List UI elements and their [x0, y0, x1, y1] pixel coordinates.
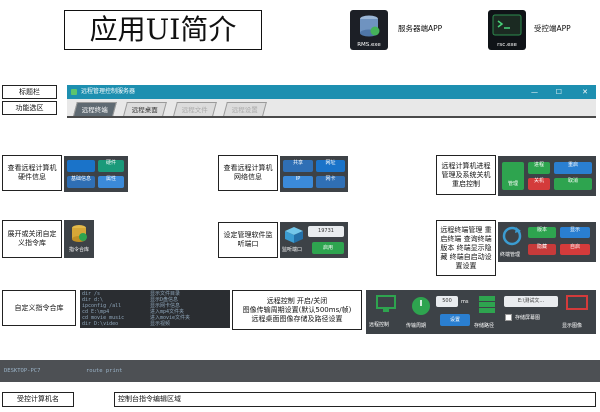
- label-tabbar: 功能选区: [2, 101, 57, 115]
- app-logo-icon: [71, 89, 77, 95]
- ip-button[interactable]: IP: [283, 176, 313, 188]
- ms-unit: ms: [461, 299, 469, 305]
- terminal-icon: [492, 14, 522, 36]
- client-app-label: 受控端APP: [534, 24, 571, 33]
- port-tile: 19731 监听端口 启用: [280, 222, 348, 258]
- hide-button[interactable]: 隐藏: [528, 244, 556, 255]
- properties-button[interactable]: 属性: [98, 176, 124, 188]
- app-file-name: rsc.exe: [497, 42, 517, 48]
- terminal-tile: 终端管理 版本 显示 隐藏 自启: [498, 222, 596, 262]
- cpu-icon[interactable]: [67, 160, 95, 172]
- window-title: 远程管理控制服务器: [81, 88, 136, 95]
- callout-port: 设定管理软件监听端口: [218, 222, 278, 258]
- tab-files[interactable]: 远程文件: [173, 102, 217, 116]
- restart-button[interactable]: 重启: [554, 162, 592, 174]
- callout-terminal: 远程终端管理 重启终端 查询终端版本 终端显示隐藏 终端自启动设置设置: [436, 220, 496, 276]
- label-titlebar: 标题栏: [2, 85, 57, 99]
- cube-icon: [285, 227, 303, 243]
- label-machine-name: 受控计算机名: [2, 392, 74, 407]
- path-input[interactable]: E:\测试文...: [504, 296, 558, 307]
- desktop-tile: 远程控制 传输周期 500 ms 设置 存储路径 E:\测试文... 存储屏幕图…: [366, 290, 596, 334]
- enable-button[interactable]: 启用: [312, 242, 344, 254]
- autostart-button[interactable]: 自启: [560, 244, 590, 255]
- port-input[interactable]: 19731: [308, 226, 344, 237]
- callout-desktop: 远程控制 开启/关闭 图像传输周期设置(默认500ms/帧) 远程桌面图像存储及…: [232, 290, 362, 330]
- refresh-icon: [502, 226, 522, 246]
- url-button[interactable]: 网址: [316, 160, 345, 172]
- period-label: 传输周期: [406, 323, 427, 329]
- callout-sysctl: 远程计算机进程管理及系统关机重启控制: [436, 155, 496, 195]
- maximize-icon[interactable]: ☐: [556, 85, 562, 99]
- database-icon: [72, 225, 87, 242]
- cmd-lib-tile: 指令合库: [64, 220, 94, 258]
- remote-control-button[interactable]: 远程控制: [369, 322, 389, 328]
- shutdown-button[interactable]: 关机: [528, 178, 550, 190]
- server-app-label: 服务器端APP: [398, 24, 443, 33]
- hardware-tile: 硬件 基础信息 属性: [64, 156, 128, 192]
- cmd-desc-list: 显示文件目录 显示D盘信息 显示网卡信息 进入mp4文件夹 进入movie文件夹…: [150, 291, 191, 327]
- server-icon: [479, 296, 495, 313]
- hw-button[interactable]: 硬件: [98, 160, 124, 172]
- process-button[interactable]: 进程: [528, 162, 550, 174]
- tab-bar: 远程终端 远程桌面 远程文件 远程设置: [67, 99, 596, 118]
- tab-desktop[interactable]: 远程桌面: [123, 102, 167, 116]
- close-icon[interactable]: ✕: [582, 85, 588, 99]
- callout-toggle-cmd: 展开或关闭自定义指令库: [2, 220, 62, 258]
- period-input[interactable]: 500: [436, 296, 458, 307]
- store-screen-checkbox[interactable]: [505, 314, 512, 321]
- terminal-manage-label: 终端管理: [500, 252, 521, 258]
- port-label: 监听端口: [282, 247, 303, 253]
- callout-hardware: 查看远程计算机硬件信息: [2, 155, 62, 191]
- version-button[interactable]: 版本: [528, 227, 556, 238]
- label-console-area: 控制台指令编辑区域: [114, 392, 596, 407]
- database-icon: [360, 15, 380, 37]
- display-icon: [566, 295, 588, 310]
- page-title: 应用UI简介: [64, 10, 262, 50]
- process-tile: 管理 进程 关机 重启 取消: [498, 156, 596, 196]
- cmd-lib-label[interactable]: 指令合库: [65, 247, 93, 253]
- rms-app-icon[interactable]: RMS.exe: [350, 10, 388, 50]
- tab-terminal[interactable]: 远程终端: [73, 102, 117, 116]
- monitor-icon: [376, 295, 396, 312]
- set-button[interactable]: 设置: [440, 314, 470, 326]
- share-button[interactable]: 共享: [283, 160, 313, 172]
- tab-settings[interactable]: 远程设置: [223, 102, 267, 116]
- callout-network: 查看远程计算机网络信息: [218, 155, 278, 191]
- process-manage-button[interactable]: 管理: [502, 162, 524, 190]
- console-command[interactable]: route print: [86, 368, 122, 375]
- network-tile: 共享 网址 IP 网卡: [280, 156, 348, 192]
- basic-info-button[interactable]: 基础信息: [67, 176, 95, 188]
- store-screen-label: 存储屏幕图: [515, 315, 541, 321]
- callout-custom-lib: 自定义指令合库: [2, 290, 76, 326]
- storage-path-label: 存储路径: [474, 323, 495, 329]
- show-button[interactable]: 显示: [560, 227, 590, 238]
- machine-name-value: DESKTOP-PC7: [4, 368, 41, 374]
- rsc-app-icon[interactable]: rsc.exe: [488, 10, 526, 50]
- timer-icon: [412, 297, 430, 315]
- window-titlebar: 远程管理控制服务器 — ☐ ✕: [67, 85, 596, 99]
- nic-button[interactable]: 网卡: [316, 176, 345, 188]
- app-file-name: RMS.exe: [357, 42, 381, 48]
- cancel-button[interactable]: 取消: [554, 178, 592, 190]
- minimize-icon[interactable]: —: [531, 85, 538, 99]
- display-image-button[interactable]: 显示图像: [562, 323, 582, 329]
